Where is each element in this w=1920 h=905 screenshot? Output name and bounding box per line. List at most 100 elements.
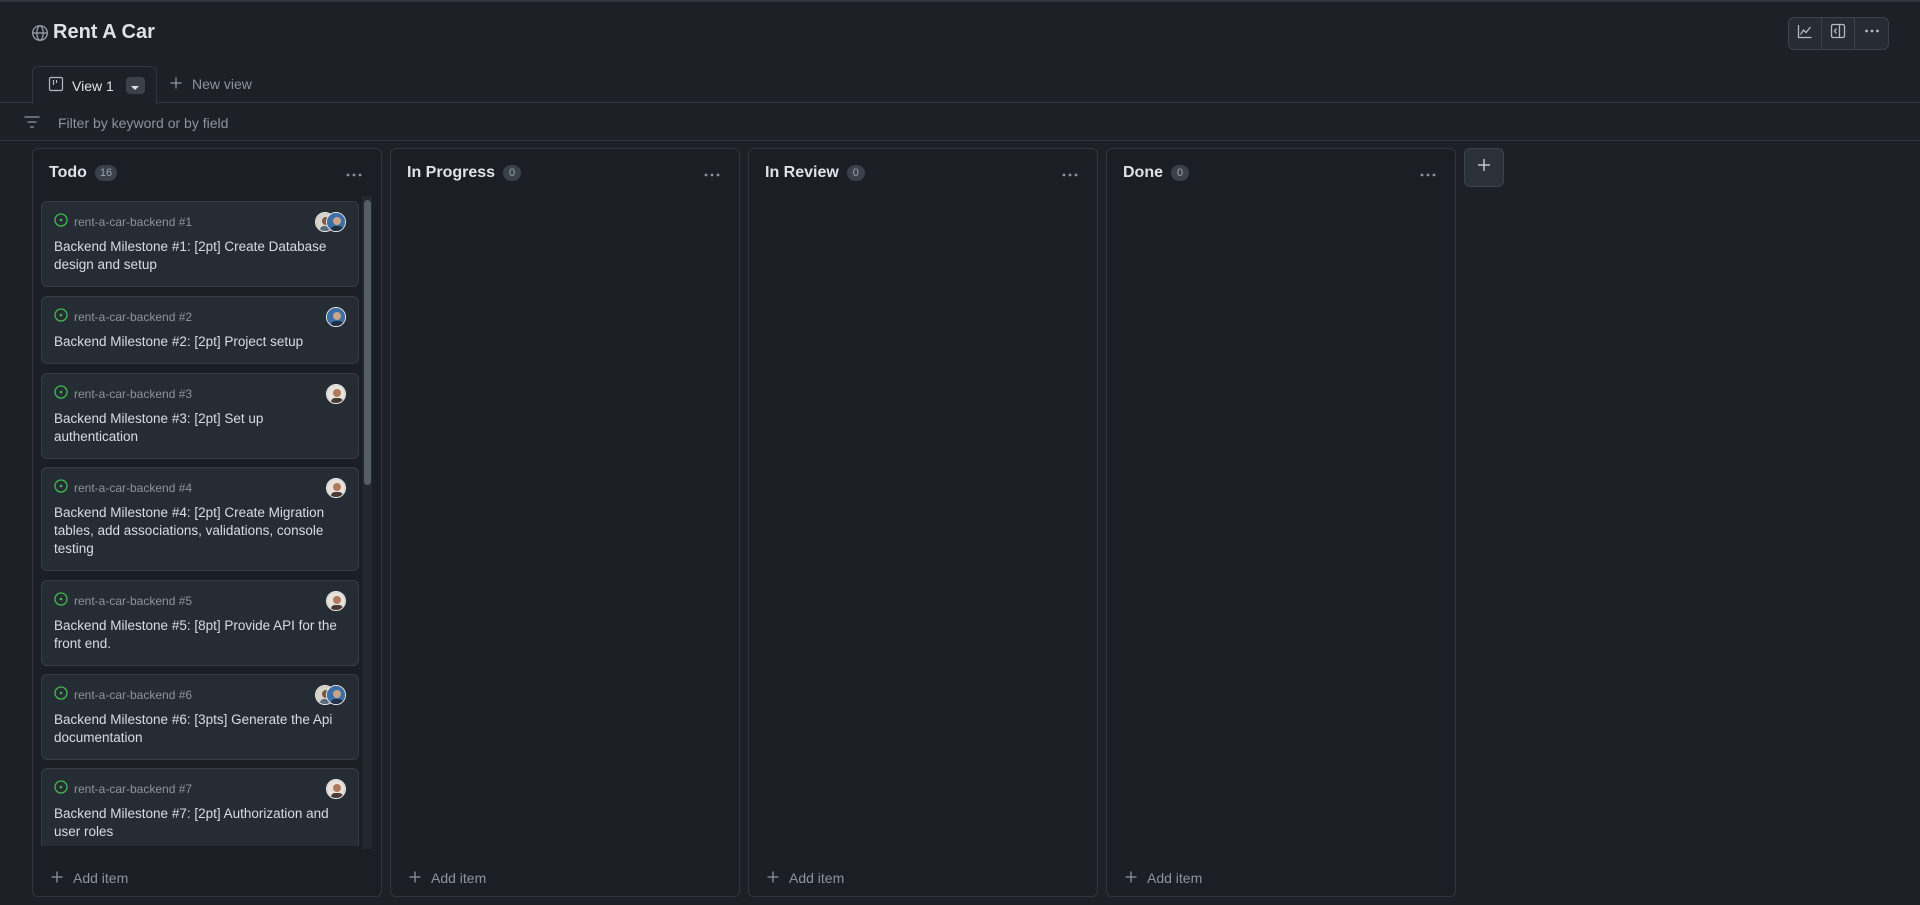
plus-icon [409, 870, 421, 886]
add-item-label: Add item [789, 870, 845, 886]
column-header: In Review 0 [749, 149, 1097, 197]
plus-icon [1477, 158, 1491, 177]
add-item-button[interactable]: Add item [1125, 870, 1202, 886]
board-icon [48, 76, 64, 95]
card-reference: rent-a-car-backend #4 [54, 479, 346, 496]
column-menu-button[interactable] [1417, 163, 1439, 183]
issue-ref-text: rent-a-car-backend #3 [74, 386, 193, 401]
column-menu-button[interactable] [701, 163, 723, 183]
card-reference: rent-a-car-backend #5 [54, 592, 346, 609]
plus-icon [170, 76, 182, 92]
column-header: Todo 16 [33, 149, 381, 197]
issue-title[interactable]: Backend Milestone #1: [2pt] Create Datab… [54, 238, 339, 274]
column-count-badge: 16 [94, 165, 118, 181]
avatar[interactable] [326, 591, 346, 611]
column-menu-button[interactable] [343, 163, 365, 183]
card-reference: rent-a-car-backend #2 [54, 308, 346, 325]
plus-icon [51, 870, 63, 886]
issue-ref-text: rent-a-car-backend #4 [74, 480, 193, 495]
open-issue-icon [54, 308, 68, 325]
add-item-button[interactable]: Add item [409, 870, 486, 886]
project-title: Rent A Car [31, 21, 155, 44]
issue-card[interactable]: rent-a-car-backend #4 Backend Milestone … [41, 467, 359, 571]
assignees [326, 779, 346, 799]
insights-button[interactable] [1789, 18, 1822, 49]
kebab-menu-icon [1864, 23, 1880, 44]
new-view-label: New view [192, 76, 252, 92]
plus-icon [767, 870, 779, 886]
add-column-button[interactable] [1464, 148, 1504, 187]
open-issue-icon [54, 780, 68, 797]
tab-options-dropdown[interactable] [125, 77, 145, 94]
column-count-badge: 0 [1171, 165, 1189, 181]
issue-card[interactable]: rent-a-car-backend #7 Backend Milestone … [41, 768, 359, 846]
column-in-review: In Review 0 Add item [748, 148, 1098, 897]
column-count-badge: 0 [503, 165, 522, 181]
sidepanel-icon [1830, 23, 1846, 44]
add-item-label: Add item [431, 870, 487, 886]
avatar[interactable] [326, 384, 346, 404]
column-todo: Todo 16 rent-a-car-backend #1 Backend Mi… [32, 148, 382, 897]
triangle-down-icon [131, 78, 140, 94]
issue-card[interactable]: rent-a-car-backend #6 Backend Milestone … [41, 674, 359, 760]
add-item-button[interactable]: Add item [51, 870, 128, 886]
add-item-label: Add item [73, 870, 129, 886]
issue-card[interactable]: rent-a-car-backend #2 Backend Milestone … [41, 296, 359, 364]
avatar[interactable] [326, 212, 346, 232]
issue-title[interactable]: Backend Milestone #3: [2pt] Set up authe… [54, 410, 339, 446]
assignees [315, 685, 346, 705]
assignees [315, 212, 346, 232]
assignees [326, 307, 346, 327]
column-name: In Progress [407, 164, 496, 181]
issue-title[interactable]: Backend Milestone #5: [8pt] Provide API … [54, 617, 339, 653]
avatar[interactable] [326, 779, 346, 799]
card-reference: rent-a-car-backend #3 [54, 385, 346, 402]
filter-bar [0, 104, 1920, 141]
filter-icon [24, 115, 40, 134]
column-menu-button[interactable] [1059, 163, 1081, 183]
globe-icon [31, 24, 49, 42]
open-issue-icon [54, 686, 68, 703]
issue-title[interactable]: Backend Milestone #2: [2pt] Project setu… [54, 333, 339, 351]
issue-ref-text: rent-a-car-backend #2 [74, 309, 193, 324]
scrollbar-thumb[interactable] [364, 200, 371, 485]
add-item-button[interactable]: Add item [767, 870, 844, 886]
issue-ref-text: rent-a-car-backend #7 [74, 781, 193, 796]
avatar[interactable] [326, 478, 346, 498]
column-done: Done 0 Add item [1106, 148, 1456, 897]
open-issue-icon [54, 479, 68, 496]
column-name: Done [1123, 164, 1163, 181]
insights-icon [1797, 23, 1813, 44]
issue-card[interactable]: rent-a-car-backend #5 Backend Milestone … [41, 580, 359, 666]
issue-ref-text: rent-a-car-backend #5 [74, 593, 193, 608]
card-list: rent-a-car-backend #1 Backend Milestone … [41, 201, 359, 846]
filter-input[interactable] [56, 110, 656, 136]
kebab-menu-icon [1420, 164, 1436, 182]
kebab-menu-icon [1062, 164, 1078, 182]
kebab-menu-icon [346, 164, 362, 182]
column-name: Todo [49, 164, 87, 181]
issue-title[interactable]: Backend Milestone #4: [2pt] Create Migra… [54, 504, 339, 558]
column-in-progress: In Progress 0 Add item [390, 148, 740, 897]
issue-ref-text: rent-a-car-backend #1 [74, 214, 193, 229]
assignees [326, 591, 346, 611]
issue-card[interactable]: rent-a-car-backend #3 Backend Milestone … [41, 373, 359, 459]
card-reference: rent-a-car-backend #1 [54, 213, 346, 230]
assignees [326, 478, 346, 498]
tab-view-1[interactable]: View 1 [32, 66, 157, 104]
side-panel-button[interactable] [1822, 18, 1855, 49]
issue-title[interactable]: Backend Milestone #7: [2pt] Authorizatio… [54, 805, 339, 841]
issue-ref-text: rent-a-car-backend #6 [74, 687, 193, 702]
more-options-button[interactable] [1855, 18, 1888, 49]
tab-label: View 1 [72, 77, 114, 94]
column-scrollbar[interactable] [362, 196, 372, 849]
issue-card[interactable]: rent-a-car-backend #1 Backend Milestone … [41, 201, 359, 287]
new-view-button[interactable]: New view [170, 76, 252, 92]
avatar[interactable] [326, 685, 346, 705]
issue-title[interactable]: Backend Milestone #6: [3pts] Generate th… [54, 711, 339, 747]
avatar[interactable] [326, 307, 346, 327]
assignees [326, 384, 346, 404]
plus-icon [1125, 870, 1137, 886]
card-reference: rent-a-car-backend #7 [54, 780, 346, 797]
project-title-text: Rent A Car [53, 21, 155, 43]
